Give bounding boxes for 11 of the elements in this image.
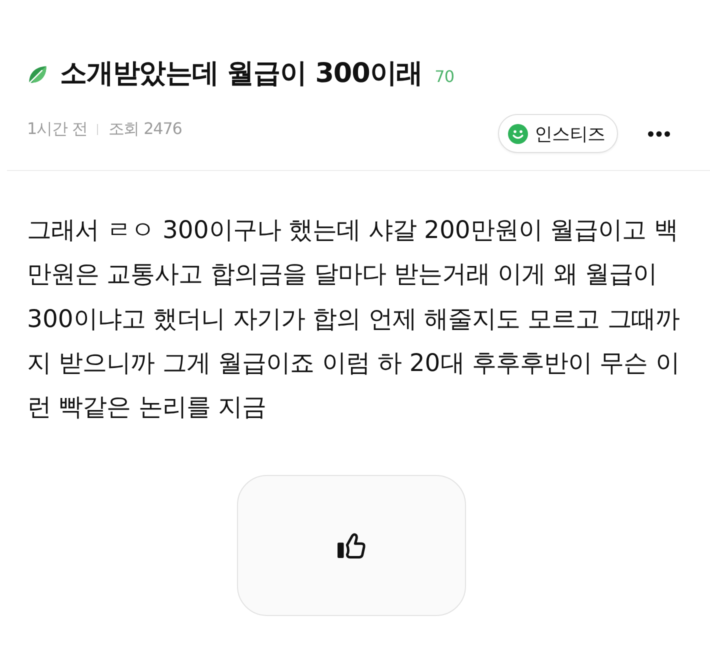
comment-count: 70 [434, 66, 454, 86]
thumbs-up-icon [336, 532, 366, 560]
post-title: 소개받았는데 월급이 300이래 [60, 57, 423, 91]
leaf-icon [27, 64, 48, 84]
view-count: 조회 2476 [108, 119, 182, 140]
post-time: 1시간 전 [27, 119, 88, 140]
post-body: 그래서 ㄹㅇ 300이구나 했는데 샤갈 200만원이 월급이고 백만원은 교통사고 합의금을 달마다 받는거래 이게 왜 월급이 300이냐고 했더니 자기가 합의 언제 해줄지도 모르고 그때까지 받으니까 그게 월급이죠 이럼 하 20대 후후후반이 무슨 이런 빡같은 논리를 지금 [27, 214, 680, 424]
source-button[interactable]: 인스티즈 [498, 114, 618, 153]
more-button[interactable] [648, 130, 670, 136]
smiley-icon [508, 124, 528, 144]
more-icon [648, 130, 670, 136]
